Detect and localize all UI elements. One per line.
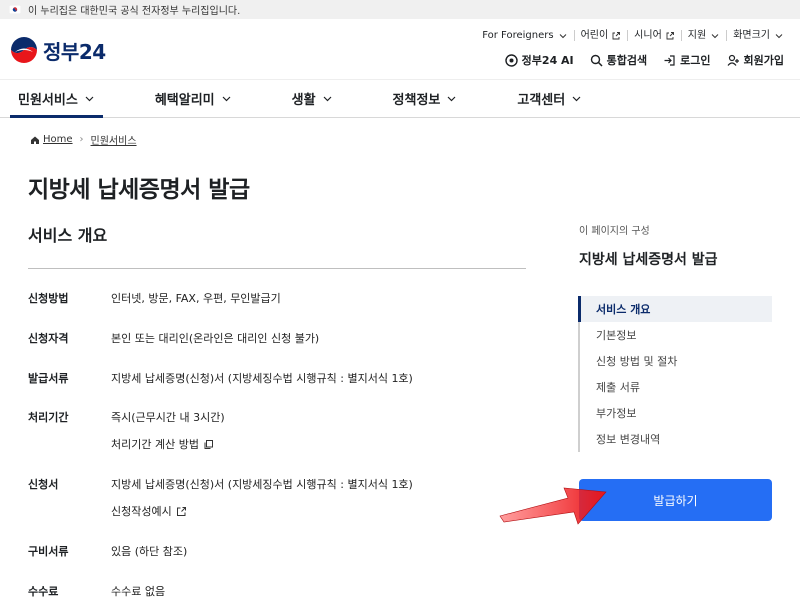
info-row: 처리기간 즉시(근무시간 내 3시간): [28, 409, 225, 425]
info-value: 인터넷, 방문, FAX, 우편, 무인발급기: [111, 292, 281, 305]
global-nav: 민원서비스 혜택알리미 생활 정책정보 고객센터: [0, 79, 800, 118]
toc-item-documents[interactable]: 제출 서류: [580, 374, 772, 400]
info-row: 신청방법 인터넷, 방문, FAX, 우편, 무인발급기: [28, 290, 281, 306]
toc-item-change-history[interactable]: 정보 변경내역: [580, 426, 772, 452]
login-button[interactable]: 로그인: [663, 52, 711, 68]
section-title: 서비스 개요: [28, 226, 108, 245]
page-title: 지방세 납세증명서 발급: [28, 177, 250, 203]
util-link-kids[interactable]: 어린이: [573, 30, 628, 41]
chevron-down-icon: [775, 33, 783, 38]
info-label: 신청방법: [28, 292, 69, 305]
info-value: 수수료 없음: [111, 585, 166, 598]
user-plus-icon: [727, 54, 739, 66]
info-row: 수수료 수수료 없음: [28, 583, 165, 599]
utility-links: For Foreigners 어린이 시니어 지원 화면크기: [476, 30, 790, 41]
util-link-support[interactable]: 지원: [680, 30, 726, 41]
toc-list: 서비스 개요 기본정보 신청 방법 및 절차 제출 서류 부가정보 정보 변경내…: [578, 296, 772, 452]
nav-policy[interactable]: 정책정보: [385, 80, 466, 117]
nav-customer-center[interactable]: 고객센터: [509, 80, 590, 117]
red-arrow-icon: [499, 487, 607, 525]
nav-life[interactable]: 생활: [284, 80, 341, 117]
ai-button[interactable]: 정부24 AI: [504, 52, 574, 68]
breadcrumb-current[interactable]: 민원서비스: [91, 132, 137, 147]
info-row: 발급서류 지방세 납세증명(신청)서 (지방세징수법 시행규칙 : 별지서식 1…: [28, 370, 413, 386]
header: 정부24 For Foreigners 어린이 시니어 지원 화면크기 정부24…: [0, 19, 800, 79]
divider: [28, 268, 526, 269]
toc-item-basic-info[interactable]: 기본정보: [580, 322, 772, 348]
application-example-link[interactable]: 신청작성예시: [111, 503, 187, 519]
info-row: 신청자격 본인 또는 대리인(온라인은 대리인 신청 불가): [28, 330, 319, 346]
chevron-down-icon: [323, 96, 331, 102]
toc-item-procedure[interactable]: 신청 방법 및 절차: [580, 348, 772, 374]
header-actions: 정부24 AI 통합검색 로그인 회원가입: [489, 52, 784, 68]
processing-time-calc-link[interactable]: 처리기간 계산 방법: [111, 436, 214, 452]
toc-title: 지방세 납세증명서 발급: [579, 252, 718, 268]
util-link-font-size[interactable]: 화면크기: [726, 30, 790, 41]
info-label: 수수료: [28, 585, 59, 598]
toc-item-additional-info[interactable]: 부가정보: [580, 400, 772, 426]
ai-badge-icon: [504, 53, 518, 67]
korea-flag-icon: [9, 5, 21, 14]
nav-benefits[interactable]: 혜택알리미: [147, 80, 240, 117]
info-row: 신청서 지방세 납세증명(신청)서 (지방세징수법 시행규칙 : 별지서식 1호…: [28, 476, 413, 492]
breadcrumb: Home › 민원서비스: [30, 132, 137, 147]
copy-icon: [204, 439, 213, 449]
chevron-down-icon: [222, 96, 231, 102]
info-label: 신청자격: [28, 332, 69, 345]
info-label: 발급서류: [28, 372, 69, 385]
external-link-icon: [176, 506, 186, 516]
util-link-senior[interactable]: 시니어: [627, 30, 681, 41]
toc-caption: 이 페이지의 구성: [579, 226, 650, 237]
breadcrumb-home[interactable]: Home: [43, 134, 73, 145]
gov-emblem-icon: [10, 36, 38, 64]
gov-banner: 이 누리집은 대한민국 공식 전자정부 누리집입니다.: [0, 0, 800, 19]
search-icon: [590, 54, 603, 67]
logo-link[interactable]: 정부24: [9, 35, 106, 65]
external-link-icon: [666, 31, 674, 39]
chevron-down-icon: [85, 96, 94, 102]
info-row: 구비서류 있음 (하단 참조): [28, 543, 187, 559]
signup-button[interactable]: 회원가입: [727, 52, 784, 68]
nav-civil-service[interactable]: 민원서비스: [10, 80, 103, 118]
chevron-down-icon: [447, 96, 456, 102]
search-button[interactable]: 통합검색: [590, 52, 647, 68]
info-label: 신청서: [28, 478, 59, 491]
login-icon: [664, 54, 675, 66]
info-value: 있음 (하단 참조): [111, 545, 188, 558]
chevron-right-icon: ›: [79, 134, 84, 145]
external-link-icon: [612, 31, 621, 39]
util-link-foreigners[interactable]: For Foreigners: [476, 30, 573, 41]
info-value: 지방세 납세증명(신청)서 (지방세징수법 시행규칙 : 별지서식 1호): [111, 372, 413, 385]
info-value: 본인 또는 대리인(온라인은 대리인 신청 불가): [111, 332, 320, 345]
info-value: 지방세 납세증명(신청)서 (지방세징수법 시행규칙 : 별지서식 1호): [111, 478, 413, 491]
info-value: 즉시(근무시간 내 3시간): [111, 411, 225, 424]
gov-banner-text: 이 누리집은 대한민국 공식 전자정부 누리집입니다.: [28, 6, 241, 17]
toc-item-overview[interactable]: 서비스 개요: [578, 296, 772, 322]
info-label: 처리기간: [28, 411, 69, 424]
chevron-down-icon: [559, 33, 566, 38]
home-icon: [31, 136, 39, 144]
info-label: 구비서류: [28, 545, 69, 558]
chevron-down-icon: [572, 96, 581, 102]
logo-text: 정부24: [43, 39, 106, 64]
chevron-down-icon: [711, 33, 719, 38]
